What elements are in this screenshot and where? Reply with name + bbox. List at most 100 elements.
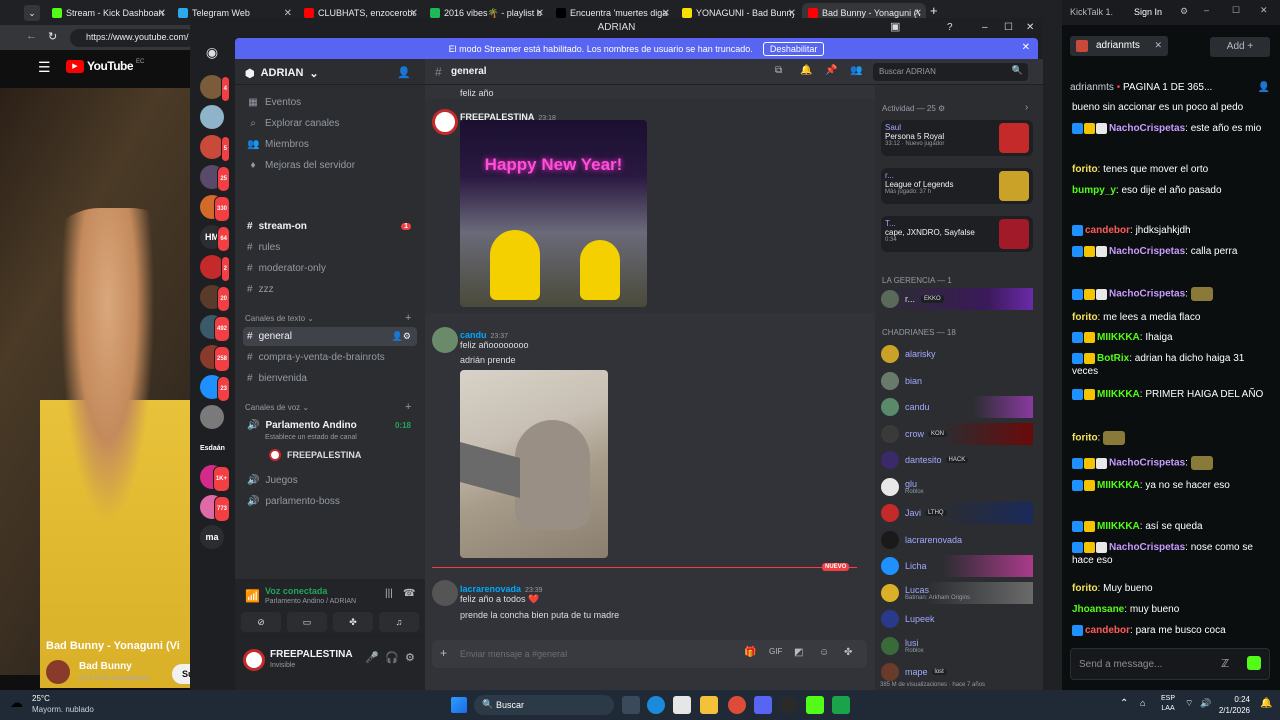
discord-home-icon[interactable]: ◉ [200, 40, 224, 64]
close-tab-icon[interactable]: ✕ [914, 8, 922, 19]
activity-card[interactable]: T... cape, JXNDRO, Sayfalse 0:34 [881, 216, 1033, 252]
channel-item[interactable]: # zzz [243, 280, 417, 299]
chat-input[interactable]: Send a message... ℤ [1070, 648, 1270, 680]
close-tab-icon[interactable]: ✕ [284, 8, 292, 19]
network-icon[interactable]: ⌂ [1140, 698, 1145, 708]
voice-channel-status[interactable]: Establece un estado de canal [265, 434, 357, 441]
member-item[interactable]: r... EKKO [881, 288, 1033, 310]
channel-settings-icon[interactable]: 👤⚙ [392, 331, 411, 342]
clock[interactable]: 0:24 2/1/2026 [1210, 694, 1250, 716]
member-item[interactable]: bian [881, 370, 1033, 392]
voice-category[interactable]: Canales de voz ⌄ [245, 403, 309, 412]
member-item[interactable]: crow KON [881, 422, 1033, 445]
member-item[interactable]: glu Roblox [881, 476, 1033, 498]
server-icon[interactable]: 258 [200, 345, 230, 372]
menu-icon[interactable]: ☰ [38, 59, 51, 76]
member-item[interactable]: lacrarenovada [881, 529, 1033, 551]
message-avatar[interactable] [432, 327, 458, 353]
close-window-button[interactable]: ✕ [1260, 5, 1268, 16]
server-icon[interactable]: 773 [200, 495, 230, 522]
nav-item[interactable]: 👥 Miembros [243, 135, 417, 154]
gift-icon[interactable]: 🎁 [744, 647, 756, 658]
help-icon[interactable]: ? [947, 18, 953, 37]
member-item[interactable]: Licha [881, 555, 1033, 577]
channel-item[interactable]: # general 👤⚙ [243, 327, 417, 346]
emoji-icon[interactable]: ☺ [819, 647, 829, 658]
edge-browser-icon[interactable] [647, 696, 665, 714]
soundboard-button[interactable]: ♫ [379, 612, 419, 632]
tray-chevron-icon[interactable]: ⌃ [1120, 698, 1128, 709]
server-icon[interactable]: 2 [200, 255, 230, 282]
chat-username[interactable]: candebor [1085, 625, 1130, 636]
browser-tab[interactable]: Stream - Kick Dashboard ✕ [46, 3, 170, 23]
sign-in-button[interactable]: Sign In [1134, 7, 1162, 17]
server-icon[interactable]: 330 [200, 195, 230, 222]
discord-taskbar-icon[interactable] [754, 696, 772, 714]
user-icon[interactable]: 👤 [1258, 82, 1270, 93]
chat-username[interactable]: forito [1072, 312, 1098, 323]
sticker-icon[interactable]: ◩ [794, 647, 803, 658]
channel-item[interactable]: # stream-on 1 [243, 217, 417, 236]
disable-streamer-button[interactable]: Deshabilitar [762, 41, 825, 56]
add-voice-channel-icon[interactable]: + [405, 401, 411, 413]
server-header[interactable]: ⬢ ADRIAN ⌄ 👤 [235, 59, 425, 85]
gif-icon[interactable]: GIF [769, 647, 782, 656]
close-tab-icon[interactable]: ✕ [788, 8, 796, 19]
chat-username[interactable]: NachoCrispetas [1109, 123, 1185, 134]
minimize-button[interactable]: – [982, 18, 988, 37]
chrome-icon[interactable] [728, 696, 746, 714]
search-input[interactable]: Buscar ADRIAN 🔍 [873, 63, 1028, 81]
camera-button[interactable]: ⊘ [241, 612, 281, 632]
video-player[interactable] [0, 88, 195, 688]
message-avatar[interactable] [432, 580, 458, 606]
settings-gear-icon[interactable]: ⚙ [405, 651, 415, 664]
close-tab-icon[interactable]: ✕ [662, 8, 670, 19]
store-icon[interactable] [673, 696, 691, 714]
inbox-icon[interactable]: ▣ [890, 18, 900, 37]
youtube-logo[interactable]: ▶ YouTube EC [66, 59, 144, 73]
chat-username[interactable]: BotRix [1097, 353, 1129, 364]
server-icon[interactable] [200, 105, 224, 129]
notifications-bell-icon[interactable]: 🔔 [1260, 698, 1272, 709]
message-avatar[interactable] [432, 109, 458, 135]
server-icon[interactable]: HM 64 [200, 225, 230, 252]
chat-username[interactable]: NachoCrispetas [1109, 289, 1185, 300]
close-tab-icon[interactable]: ✕ [1154, 40, 1162, 51]
cat-image[interactable] [460, 370, 608, 558]
chat-username[interactable]: MIIKKKA [1097, 521, 1140, 532]
chat-username[interactable]: forito [1072, 164, 1098, 175]
url-field[interactable]: https://www.youtube.com/ [70, 29, 195, 47]
signal-icon[interactable]: 📶 [245, 589, 260, 603]
server-icon[interactable]: 1K+ [200, 465, 230, 492]
voice-channel[interactable]: 🔊 parlamento-boss [243, 492, 417, 511]
message-composer[interactable]: + Enviar mensaje a #general 🎁 GIF ◩ ☺ ✤ [432, 640, 867, 668]
taskbar-search[interactable]: 🔍 Buscar [474, 695, 614, 715]
server-icon[interactable]: 5 [200, 135, 230, 162]
nav-item[interactable]: ♦ Mejoras del servidor [243, 156, 417, 175]
server-icon[interactable]: 492 [200, 315, 230, 342]
server-icon[interactable]: ma [200, 525, 224, 549]
file-explorer-icon[interactable] [700, 696, 718, 714]
channel-item[interactable]: # bienvenida [243, 369, 417, 388]
task-view-icon[interactable] [622, 696, 640, 714]
member-item[interactable]: mape lost [881, 661, 1033, 683]
maximize-button[interactable]: ☐ [1232, 5, 1240, 16]
close-tab-icon[interactable]: ✕ [410, 8, 418, 19]
chat-username[interactable]: MIIKKKA [1097, 332, 1140, 343]
channel-avatar[interactable] [46, 660, 70, 684]
server-icon[interactable]: 23 [200, 375, 230, 402]
chat-username[interactable]: MIIKKKA [1097, 480, 1140, 491]
close-window-button[interactable]: ✕ [1026, 18, 1034, 37]
settings-gear-icon[interactable]: ⚙ [938, 104, 945, 113]
channel-tab[interactable]: adrianmts ✕ [1070, 36, 1168, 56]
gif-image[interactable]: Happy New Year! [460, 120, 647, 307]
chat-username[interactable]: NachoCrispetas [1109, 246, 1185, 257]
chat-username[interactable]: NachoCrispetas [1109, 458, 1185, 469]
minimize-button[interactable]: – [1204, 5, 1209, 15]
member-item[interactable]: Javi LTHQ [881, 502, 1033, 524]
channel-item[interactable]: # moderator-only [243, 259, 417, 278]
nav-item[interactable]: ⌕ Explorar canales [243, 114, 417, 133]
start-button[interactable] [451, 697, 467, 713]
noise-suppression-icon[interactable]: ||| [385, 588, 393, 599]
user-avatar[interactable] [243, 649, 265, 671]
